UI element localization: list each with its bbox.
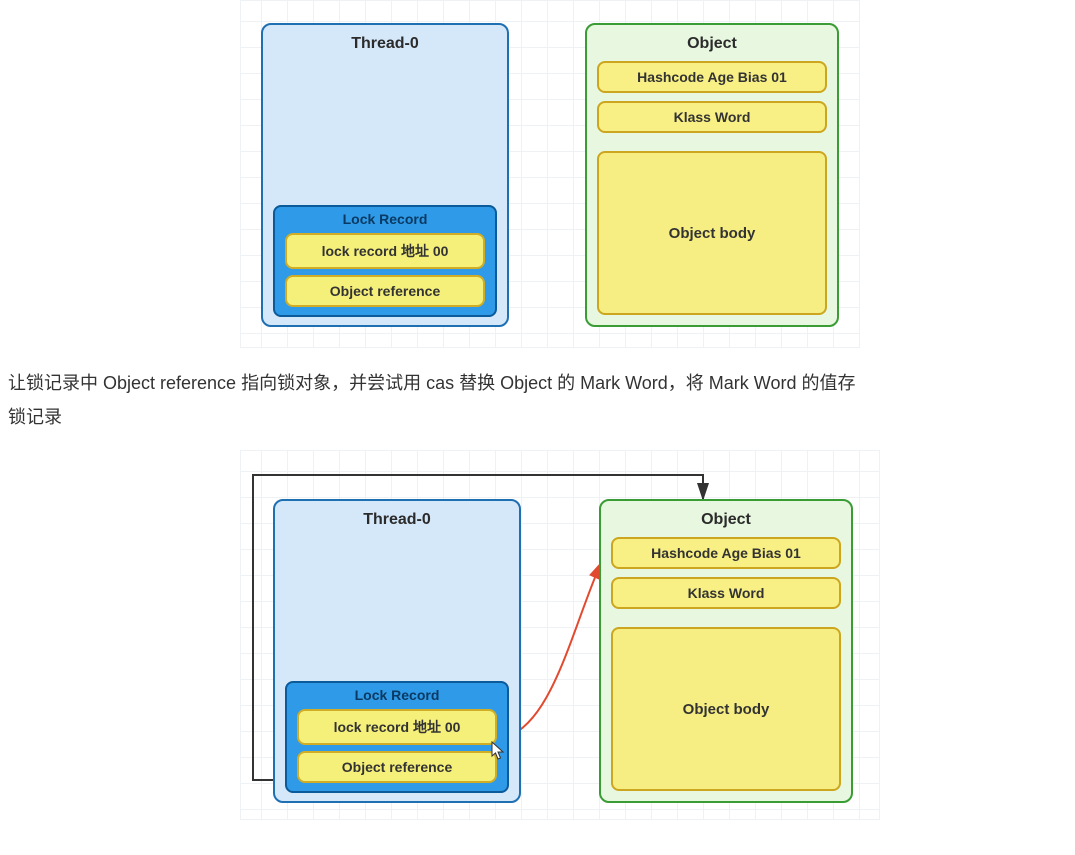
description-paragraph: 让锁记录中 Object reference 指向锁对象，并尝试用 cas 替换… [0, 348, 1070, 440]
klass-word-field: Klass Word [611, 577, 841, 609]
mark-word-field: Hashcode Age Bias 01 [597, 61, 827, 93]
paragraph-line1: 让锁记录中 Object reference 指向锁对象，并尝试用 cas 替换… [8, 373, 855, 393]
object-title: Object [601, 511, 851, 529]
thread-box: Thread-0 Lock Record lock record 地址 00 O… [273, 499, 521, 803]
thread-box: Thread-0 Lock Record lock record 地址 00 O… [261, 23, 509, 327]
lock-record-address: lock record 地址 00 [297, 709, 497, 745]
object-body-field: Object body [597, 151, 827, 315]
object-reference: Object reference [285, 275, 485, 307]
object-reference: Object reference [297, 751, 497, 783]
paragraph-line2: 锁记录 [8, 407, 62, 427]
lock-record-address: lock record 地址 00 [285, 233, 485, 269]
diagram-top: Thread-0 Lock Record lock record 地址 00 O… [240, 0, 860, 348]
lock-record-box: Lock Record lock record 地址 00 Object ref… [273, 205, 497, 317]
lock-record-title: Lock Record [287, 683, 507, 709]
diagram-bottom: Thread-0 Lock Record lock record 地址 00 O… [240, 450, 880, 820]
object-title: Object [587, 35, 837, 53]
lock-record-box: Lock Record lock record 地址 00 Object ref… [285, 681, 509, 793]
object-box: Object Hashcode Age Bias 01 Klass Word O… [599, 499, 853, 803]
object-box: Object Hashcode Age Bias 01 Klass Word O… [585, 23, 839, 327]
thread-title: Thread-0 [275, 511, 519, 529]
object-body-field: Object body [611, 627, 841, 791]
mark-word-field: Hashcode Age Bias 01 [611, 537, 841, 569]
lock-record-title: Lock Record [275, 207, 495, 233]
thread-title: Thread-0 [263, 35, 507, 53]
klass-word-field: Klass Word [597, 101, 827, 133]
